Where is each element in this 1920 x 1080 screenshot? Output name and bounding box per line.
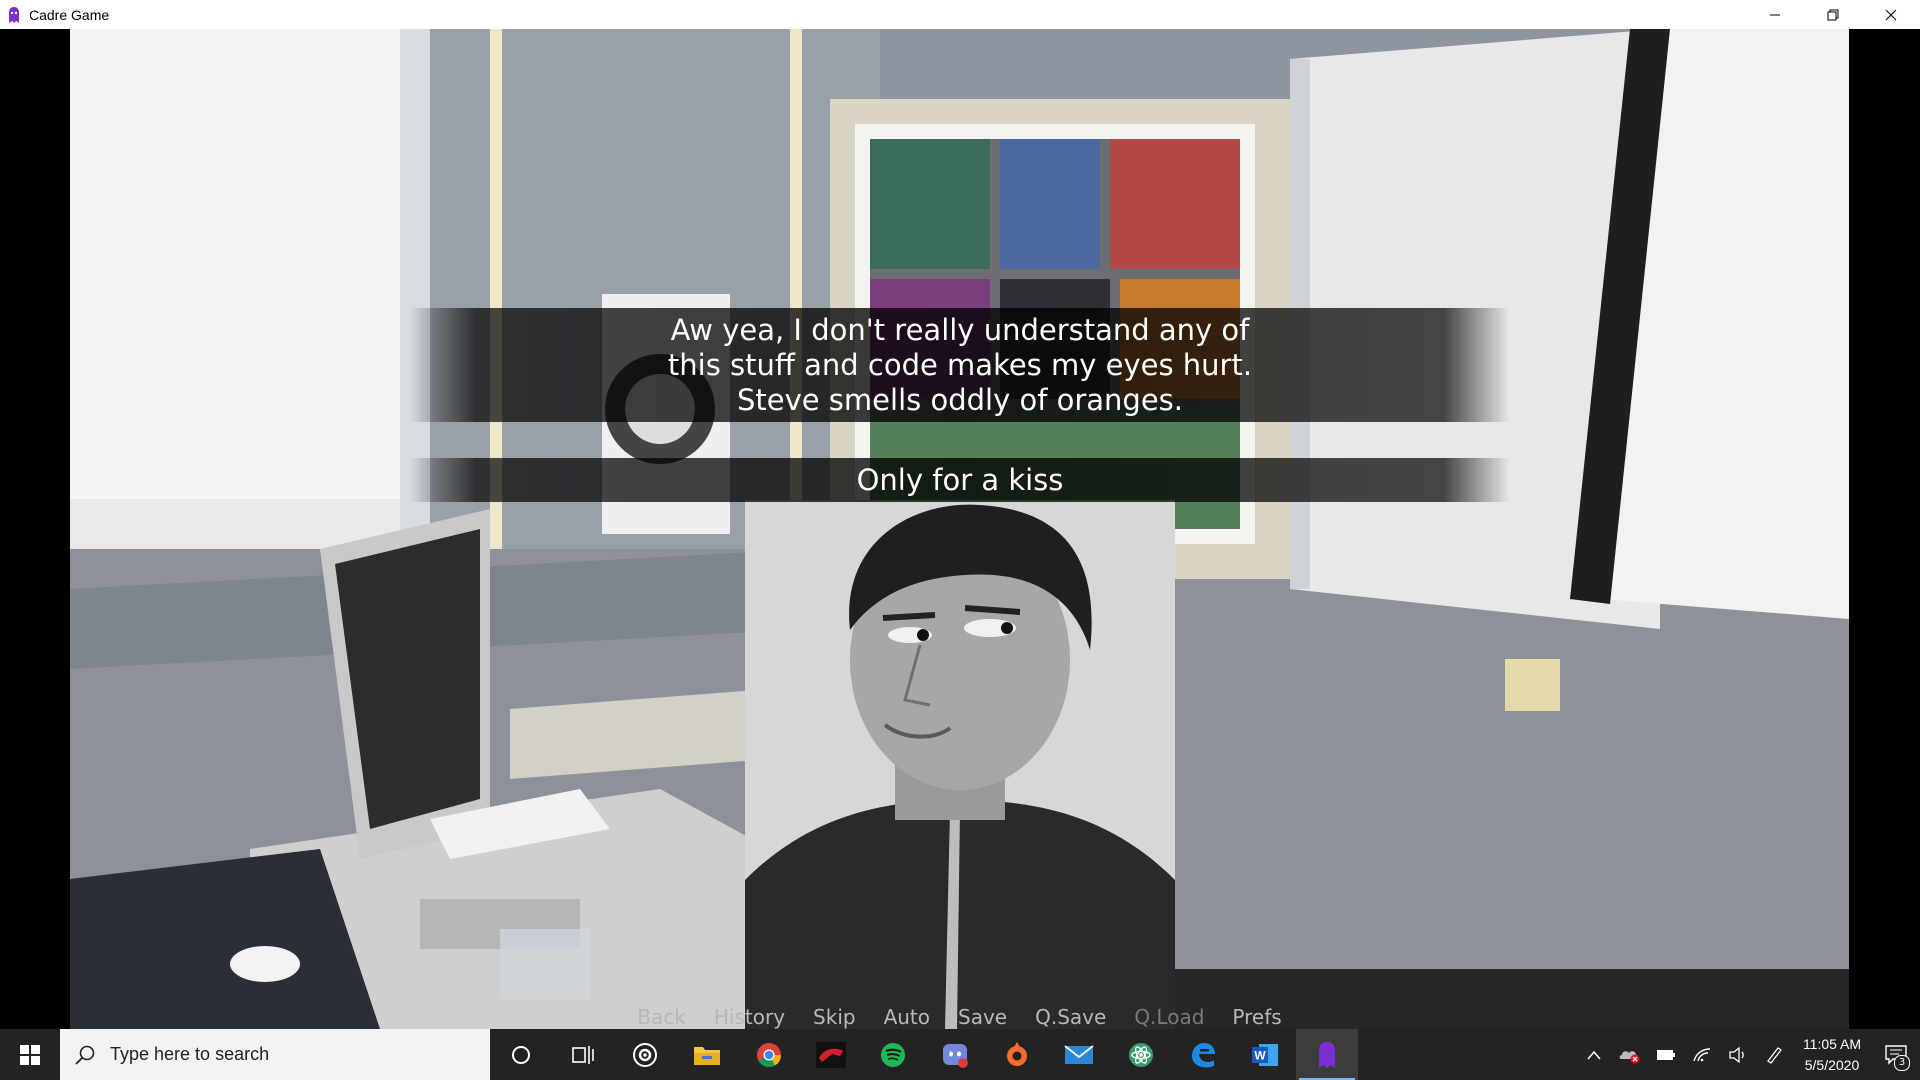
quick-menu-qload: Q.Load (1134, 1005, 1205, 1029)
close-icon (1885, 9, 1897, 20)
taskbar-chrome[interactable] (738, 1029, 800, 1080)
search-placeholder: Type here to search (110, 1044, 270, 1064)
tray-battery[interactable] (1648, 1029, 1684, 1080)
task-view-icon (572, 1045, 594, 1064)
search-icon (75, 1045, 95, 1065)
start-button[interactable] (0, 1029, 60, 1080)
quick-menu-prefs[interactable]: Prefs (1218, 1006, 1295, 1029)
tray-onedrive[interactable] (1612, 1029, 1648, 1080)
taskbar-cortana[interactable] (490, 1029, 552, 1080)
taskbar-spotify[interactable] (862, 1029, 924, 1080)
restore-icon (1827, 9, 1839, 20)
steam-icon (633, 1042, 657, 1067)
window-titlebar[interactable]: Cadre Game (0, 0, 1920, 29)
taskbar-mail[interactable] (1048, 1029, 1110, 1080)
tray-wifi[interactable] (1684, 1029, 1720, 1080)
cortana-icon (512, 1045, 530, 1064)
taskbar-task-view[interactable] (552, 1029, 614, 1080)
restore-button[interactable] (1804, 0, 1862, 29)
quick-menu-qsave[interactable]: Q.Save (1021, 1006, 1120, 1029)
minimize-icon (1770, 14, 1780, 15)
close-button[interactable] (1862, 0, 1920, 29)
action-center-button[interactable]: 3 (1872, 1029, 1920, 1080)
quick-menu-back[interactable]: Back (623, 1006, 700, 1029)
show-hidden-icons-button[interactable] (1576, 1029, 1612, 1080)
taskbar-edge[interactable] (1172, 1029, 1234, 1080)
choice-button[interactable]: Only for a kiss (410, 458, 1510, 502)
choice-label: Only for a kiss (856, 463, 1064, 497)
discord-icon (943, 1043, 968, 1068)
quick-menu-history[interactable]: History (700, 1006, 799, 1029)
origin-icon (1007, 1041, 1027, 1066)
taskbar-discord[interactable] (924, 1029, 986, 1080)
taskbar-game-app[interactable] (800, 1029, 862, 1080)
volume-icon (1729, 1046, 1744, 1063)
game-app-icon (816, 1041, 846, 1068)
taskbar-cadre-game[interactable] (1296, 1029, 1358, 1080)
clock-date: 5/5/2020 (1804, 1056, 1860, 1073)
atom-icon (1129, 1042, 1153, 1067)
tray-pen[interactable] (1756, 1029, 1792, 1080)
quick-menu: Back History Skip Auto Save Q.Save Q.Loa… (70, 1006, 1849, 1029)
word-icon: W (1252, 1043, 1278, 1066)
dialogue-box[interactable]: Aw yea, I don't really understand any of… (410, 308, 1510, 422)
pen-icon (1767, 1046, 1782, 1064)
chevron-up-icon (1587, 1050, 1601, 1059)
cadre-game-icon (9, 6, 19, 23)
minimize-button[interactable] (1746, 0, 1804, 29)
edge-icon (1192, 1042, 1215, 1067)
quick-menu-auto[interactable]: Auto (870, 1006, 944, 1029)
taskbar-atom[interactable] (1110, 1029, 1172, 1080)
taskbar-clock[interactable]: 11:05 AM 5/5/2020 (1792, 1034, 1872, 1076)
svg-text:W: W (1254, 1048, 1266, 1062)
taskbar: Type here to search W 11:05 AM 5/5/2020 … (0, 1029, 1920, 1080)
notification-count-badge: 3 (1894, 1055, 1910, 1071)
onedrive-error-icon (1619, 1050, 1640, 1063)
taskbar-search-box[interactable]: Type here to search (60, 1029, 490, 1080)
taskbar-origin[interactable] (986, 1029, 1048, 1080)
battery-icon (1657, 1049, 1675, 1060)
spotify-icon (881, 1042, 905, 1067)
tray-volume[interactable] (1720, 1029, 1756, 1080)
character-portrait (745, 500, 1175, 1029)
game-viewport[interactable]: Aw yea, I don't really understand any of… (70, 29, 1849, 1029)
taskbar-word[interactable]: W (1234, 1029, 1296, 1080)
taskbar-steam[interactable] (614, 1029, 676, 1080)
system-tray: 11:05 AM 5/5/2020 3 (1576, 1029, 1920, 1080)
chrome-icon (757, 1042, 781, 1067)
windows-logo-icon (20, 1044, 40, 1065)
mail-icon (1064, 1044, 1094, 1064)
cadre-game-icon (1319, 1041, 1335, 1068)
dialogue-text: Aw yea, I don't really understand any of… (667, 312, 1253, 417)
quick-menu-save[interactable]: Save (944, 1006, 1021, 1029)
window-title: Cadre Game (29, 6, 110, 23)
quick-menu-skip[interactable]: Skip (799, 1006, 870, 1029)
file-explorer-icon (694, 1046, 720, 1065)
clock-time: 11:05 AM (1802, 1035, 1862, 1052)
wifi-icon (1693, 1047, 1711, 1061)
taskbar-file-explorer[interactable] (676, 1029, 738, 1080)
